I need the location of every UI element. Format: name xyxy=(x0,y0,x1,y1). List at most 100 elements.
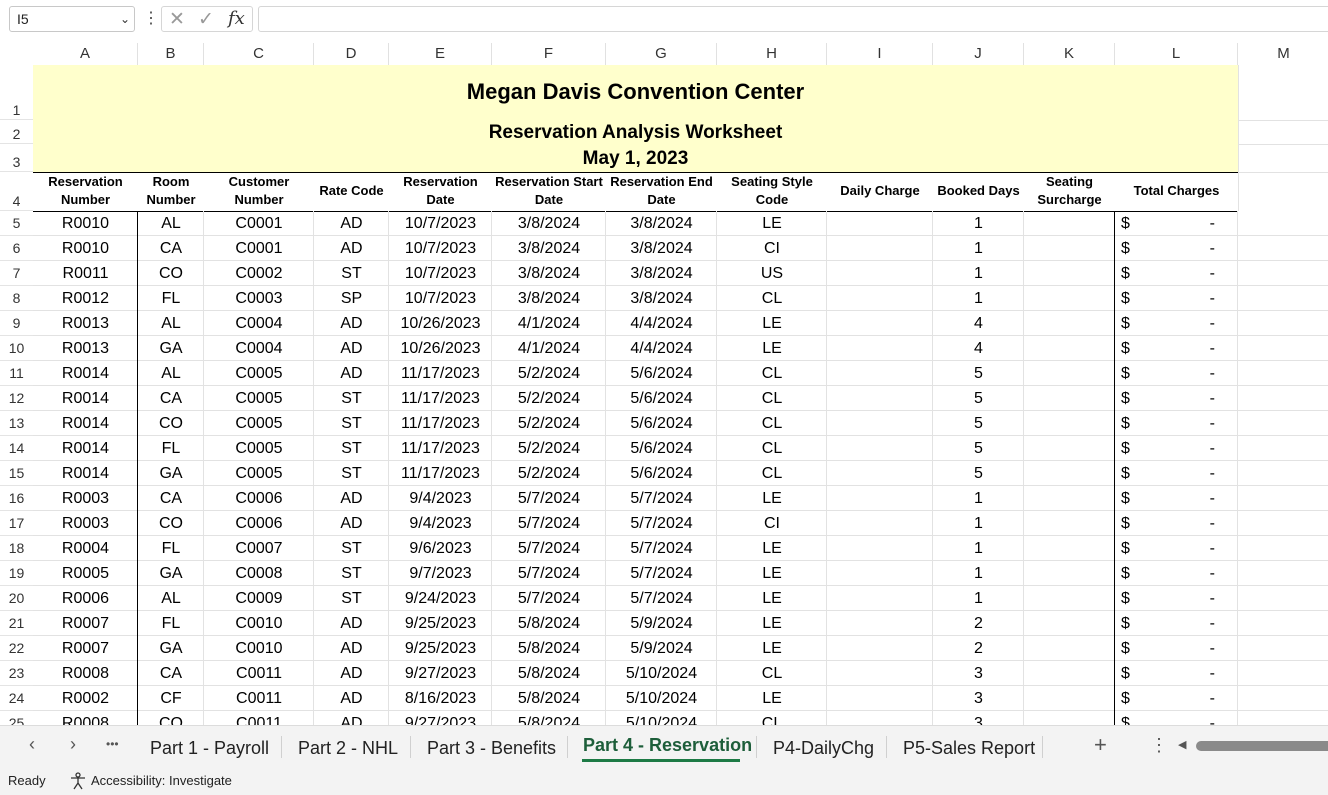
table-cell[interactable]: 3/8/2024 xyxy=(492,211,606,236)
table-cell[interactable]: 5/8/2024 xyxy=(492,636,606,661)
table-cell[interactable]: CI xyxy=(717,236,827,261)
table-cell[interactable]: R0007 xyxy=(33,611,138,636)
table-cell[interactable]: 5/2/2024 xyxy=(492,411,606,436)
total-charges-value[interactable]: - xyxy=(1175,311,1215,336)
table-cell[interactable]: C0005 xyxy=(204,361,314,386)
column-header-e[interactable]: E xyxy=(389,43,492,65)
row-header-14[interactable]: 14 xyxy=(0,436,33,461)
table-cell[interactable]: CI xyxy=(717,511,827,536)
table-cell[interactable] xyxy=(827,686,933,711)
table-cell[interactable]: 3 xyxy=(933,661,1024,686)
table-cell[interactable]: CA xyxy=(138,486,204,511)
column-header-d[interactable]: D xyxy=(314,43,389,65)
table-cell[interactable]: FL xyxy=(138,286,204,311)
table-header-cell[interactable]: Rate Code xyxy=(314,172,389,211)
table-cell[interactable]: CL xyxy=(717,286,827,311)
table-header-cell[interactable]: Total Charges xyxy=(1115,172,1238,211)
total-charges-value[interactable]: - xyxy=(1175,611,1215,636)
table-cell[interactable]: R0014 xyxy=(33,411,138,436)
table-cell[interactable]: C0001 xyxy=(204,236,314,261)
column-header-h[interactable]: H xyxy=(717,43,827,65)
table-cell[interactable]: CA xyxy=(138,661,204,686)
row-header-8[interactable]: 8 xyxy=(0,286,33,311)
table-cell[interactable]: R0006 xyxy=(33,586,138,611)
table-cell[interactable]: R0002 xyxy=(33,686,138,711)
table-cell[interactable]: C0003 xyxy=(204,286,314,311)
table-cell[interactable]: ST xyxy=(314,386,389,411)
table-cell[interactable] xyxy=(827,636,933,661)
seating-surcharge-cell[interactable] xyxy=(1024,486,1115,511)
table-cell[interactable]: 11/17/2023 xyxy=(389,436,492,461)
table-cell[interactable]: LE xyxy=(717,486,827,511)
table-cell[interactable] xyxy=(827,386,933,411)
add-sheet-icon[interactable]: + xyxy=(1094,732,1107,758)
table-cell[interactable]: 5/6/2024 xyxy=(606,461,717,486)
row-header-11[interactable]: 11 xyxy=(0,361,33,386)
table-cell[interactable]: LE xyxy=(717,686,827,711)
row-header-23[interactable]: 23 xyxy=(0,661,33,686)
table-cell[interactable]: 5/7/2024 xyxy=(492,561,606,586)
tab-part-4-reservation[interactable]: Part 4 - Reservation xyxy=(583,735,752,756)
table-cell[interactable]: 4/1/2024 xyxy=(492,311,606,336)
table-cell[interactable]: 1 xyxy=(933,536,1024,561)
row-header-2[interactable]: 2 xyxy=(0,120,33,144)
table-cell[interactable]: 8/16/2023 xyxy=(389,686,492,711)
table-cell[interactable]: 10/26/2023 xyxy=(389,311,492,336)
total-charges-value[interactable]: - xyxy=(1175,636,1215,661)
table-cell[interactable] xyxy=(827,311,933,336)
table-cell[interactable]: 5/7/2024 xyxy=(492,586,606,611)
seating-surcharge-cell[interactable] xyxy=(1024,511,1115,536)
table-cell[interactable]: 9/4/2023 xyxy=(389,511,492,536)
table-cell[interactable]: 5/6/2024 xyxy=(606,361,717,386)
table-cell[interactable]: LE xyxy=(717,586,827,611)
table-cell[interactable]: 11/17/2023 xyxy=(389,386,492,411)
table-cell[interactable]: CA xyxy=(138,236,204,261)
select-all-corner[interactable] xyxy=(0,43,33,65)
row-header-25[interactable]: 25 xyxy=(0,711,33,725)
table-cell[interactable] xyxy=(827,361,933,386)
table-cell[interactable]: R0003 xyxy=(33,486,138,511)
column-header-a[interactable]: A xyxy=(33,43,138,65)
total-charges-value[interactable]: - xyxy=(1175,536,1215,561)
total-charges-value[interactable]: - xyxy=(1175,211,1215,236)
column-header-g[interactable]: G xyxy=(606,43,717,65)
table-cell[interactable]: 5 xyxy=(933,411,1024,436)
total-charges-value[interactable]: - xyxy=(1175,711,1215,725)
table-cell[interactable]: AL xyxy=(138,311,204,336)
table-cell[interactable]: ST xyxy=(314,436,389,461)
table-cell[interactable]: LE xyxy=(717,536,827,561)
seating-surcharge-cell[interactable] xyxy=(1024,561,1115,586)
table-cell[interactable]: 9/6/2023 xyxy=(389,536,492,561)
table-header-cell[interactable]: Booked Days xyxy=(933,172,1024,211)
seating-surcharge-cell[interactable] xyxy=(1024,611,1115,636)
table-cell[interactable]: C0005 xyxy=(204,411,314,436)
table-cell[interactable] xyxy=(827,211,933,236)
row-header-5[interactable]: 5 xyxy=(0,211,33,236)
table-cell[interactable]: 4/1/2024 xyxy=(492,336,606,361)
row-header-13[interactable]: 13 xyxy=(0,411,33,436)
more-options-icon[interactable]: ⋮ xyxy=(143,8,159,28)
total-charges-value[interactable]: - xyxy=(1175,286,1215,311)
total-charges-value[interactable]: - xyxy=(1175,411,1215,436)
table-cell[interactable]: 5 xyxy=(933,436,1024,461)
table-cell[interactable]: 5 xyxy=(933,386,1024,411)
seating-surcharge-cell[interactable] xyxy=(1024,361,1115,386)
column-header-b[interactable]: B xyxy=(138,43,204,65)
table-cell[interactable]: R0007 xyxy=(33,636,138,661)
table-cell[interactable]: R0004 xyxy=(33,536,138,561)
table-cell[interactable]: CL xyxy=(717,411,827,436)
table-cell[interactable]: 5/7/2024 xyxy=(492,511,606,536)
total-charges-value[interactable]: - xyxy=(1175,236,1215,261)
table-cell[interactable]: C0006 xyxy=(204,511,314,536)
table-cell[interactable]: 2 xyxy=(933,611,1024,636)
table-cell[interactable]: R0003 xyxy=(33,511,138,536)
table-cell[interactable]: 9/25/2023 xyxy=(389,611,492,636)
table-cell[interactable]: C0010 xyxy=(204,636,314,661)
column-header-k[interactable]: K xyxy=(1024,43,1115,65)
table-cell[interactable]: 5/9/2024 xyxy=(606,636,717,661)
row-header-10[interactable]: 10 xyxy=(0,336,33,361)
table-cell[interactable]: 5/7/2024 xyxy=(606,561,717,586)
table-cell[interactable]: ST xyxy=(314,461,389,486)
table-cell[interactable]: 1 xyxy=(933,511,1024,536)
scroll-left-icon[interactable]: ◀ xyxy=(1178,738,1186,751)
